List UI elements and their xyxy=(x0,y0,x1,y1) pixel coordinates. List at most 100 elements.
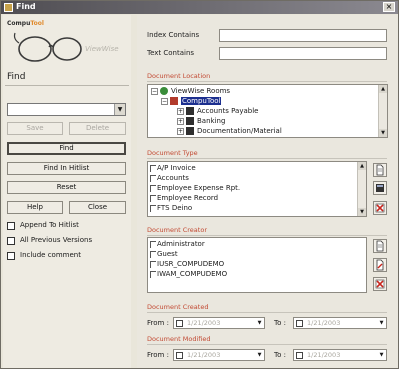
close-window-button[interactable]: × xyxy=(383,2,395,12)
include-comment-checkbox[interactable]: Include comment xyxy=(7,251,129,262)
checkbox-box[interactable] xyxy=(296,320,303,327)
text-contains-label: Text Contains xyxy=(147,49,195,57)
tree-node-label: Documentation/Material xyxy=(197,127,282,135)
document-creator-list[interactable]: Administrator Guest IUSR_COMPUDEMO IWAM_… xyxy=(147,237,367,293)
edit-document-creator-button[interactable] xyxy=(373,258,387,272)
checkbox-box[interactable] xyxy=(176,320,183,327)
logo: CompuTool ViewWise xyxy=(3,15,131,73)
folder-icon xyxy=(186,117,194,125)
list-item[interactable]: IWAM_COMPUDEMO xyxy=(150,270,227,279)
checkbox-box[interactable] xyxy=(296,352,303,359)
edit-document-type-button[interactable] xyxy=(373,181,387,195)
brand-suffix: Tool xyxy=(30,20,44,27)
list-item[interactable]: IUSR_COMPUDEMO xyxy=(150,260,224,269)
list-item[interactable]: FTS Deino xyxy=(150,204,192,213)
checkbox-box[interactable] xyxy=(150,270,156,278)
list-item-label: FTS Deino xyxy=(157,204,193,212)
collapse-icon[interactable]: − xyxy=(151,87,158,95)
all-previous-versions-checkbox[interactable]: All Previous Versions xyxy=(7,236,129,247)
list-item[interactable]: A/P Invoice xyxy=(150,164,196,173)
tree-node[interactable]: − CompuTool xyxy=(161,97,222,107)
checkbox-box[interactable] xyxy=(7,252,15,260)
index-contains-input[interactable] xyxy=(219,29,387,42)
scroll-up-icon[interactable]: ▲ xyxy=(379,85,387,93)
modified-from-date-picker[interactable]: 1/21/2003 ▼ xyxy=(173,349,265,361)
list-item-label: IUSR_COMPUDEMO xyxy=(157,260,225,268)
checkbox-box[interactable] xyxy=(7,222,15,230)
checkbox-box[interactable] xyxy=(150,184,156,192)
list-item-label: Employee Record xyxy=(157,194,219,202)
divider xyxy=(147,312,387,313)
scroll-down-icon[interactable]: ▼ xyxy=(358,208,366,216)
scroll-down-icon[interactable]: ▼ xyxy=(379,129,387,137)
expand-icon[interactable]: + xyxy=(177,107,184,115)
delete-button[interactable]: Delete xyxy=(69,122,126,135)
expand-icon[interactable]: + xyxy=(177,127,184,135)
tree-node[interactable]: + Banking xyxy=(177,117,225,127)
document-icon xyxy=(376,240,384,252)
list-item-label: Employee Expense Rpt. xyxy=(157,184,241,192)
checkbox-box[interactable] xyxy=(176,352,183,359)
vertical-scrollbar[interactable]: ▲ ▼ xyxy=(378,85,387,137)
document-type-list[interactable]: A/P Invoice Accounts Employee Expense Rp… xyxy=(147,161,367,217)
open-document-creator-button[interactable] xyxy=(373,239,387,253)
document-location-heading: Document Location xyxy=(147,72,211,80)
divider xyxy=(5,85,129,86)
modified-to-date-picker[interactable]: 1/21/2003 ▼ xyxy=(293,349,387,361)
list-item[interactable]: Guest xyxy=(150,250,178,259)
delete-document-creator-button[interactable] xyxy=(373,277,387,291)
list-item[interactable]: Accounts xyxy=(150,174,189,183)
checkbox-box[interactable] xyxy=(150,164,156,172)
tree-node-label: CompuTool xyxy=(181,97,222,105)
tree-node[interactable]: − ViewWise Rooms xyxy=(151,87,230,97)
collapse-icon[interactable]: − xyxy=(161,97,168,105)
delete-document-type-button[interactable] xyxy=(373,201,387,215)
eyeglasses-logo-icon xyxy=(13,32,82,62)
chevron-down-icon[interactable]: ▼ xyxy=(255,318,264,328)
help-button[interactable]: Help xyxy=(7,201,63,214)
date-value: 1/21/2003 xyxy=(307,319,341,327)
folder-icon xyxy=(186,107,194,115)
checkbox-box[interactable] xyxy=(150,260,156,268)
append-to-hitlist-checkbox[interactable]: Append To Hitlist xyxy=(7,221,129,232)
tree-node-label: ViewWise Rooms xyxy=(171,87,231,95)
chevron-down-icon[interactable]: ▼ xyxy=(377,318,386,328)
save-button[interactable]: Save xyxy=(7,122,63,135)
document-icon xyxy=(376,164,384,176)
text-contains-input[interactable] xyxy=(219,47,387,60)
chevron-down-icon[interactable]: ▼ xyxy=(114,104,125,115)
checkbox-label: All Previous Versions xyxy=(20,236,93,244)
open-document-type-button[interactable] xyxy=(373,163,387,177)
brand-prefix: Compu xyxy=(7,20,31,27)
left-pane: CompuTool ViewWise Find ▼ Save Delete Fi… xyxy=(3,15,131,368)
list-item[interactable]: Employee Record xyxy=(150,194,218,203)
list-item[interactable]: Administrator xyxy=(150,240,205,249)
date-value: 1/21/2003 xyxy=(187,351,221,359)
reset-button[interactable]: Reset xyxy=(7,181,126,194)
list-item-label: IWAM_COMPUDEMO xyxy=(157,270,228,278)
find-window: Find × CompuTool ViewWise Find ▼ Save De… xyxy=(0,0,399,369)
document-location-tree[interactable]: − ViewWise Rooms − CompuTool + Accounts Pay… xyxy=(147,84,388,138)
close-button[interactable]: Close xyxy=(69,201,126,214)
checkbox-box[interactable] xyxy=(7,237,15,245)
chevron-down-icon[interactable]: ▼ xyxy=(377,350,386,360)
divider xyxy=(147,344,387,345)
tree-node[interactable]: + Documentation/Material xyxy=(177,127,282,137)
checkbox-box[interactable] xyxy=(150,250,156,258)
find-button[interactable]: Find xyxy=(7,142,126,155)
created-from-date-picker[interactable]: 1/21/2003 ▼ xyxy=(173,317,265,329)
checkbox-box[interactable] xyxy=(150,194,156,202)
checkbox-box[interactable] xyxy=(150,204,156,212)
scroll-up-icon[interactable]: ▲ xyxy=(358,162,366,170)
chevron-down-icon[interactable]: ▼ xyxy=(255,350,264,360)
list-item[interactable]: Employee Expense Rpt. xyxy=(150,184,240,193)
checkbox-box[interactable] xyxy=(150,174,156,182)
saved-search-select[interactable]: ▼ xyxy=(7,103,126,116)
checkbox-box[interactable] xyxy=(150,240,156,248)
find-in-hitlist-button[interactable]: Find In Hitlist xyxy=(7,162,126,175)
tree-node[interactable]: + Accounts Payable xyxy=(177,107,258,117)
expand-icon[interactable]: + xyxy=(177,117,184,125)
grid-icon xyxy=(376,184,384,192)
vertical-scrollbar[interactable]: ▲ ▼ xyxy=(357,162,366,216)
created-to-date-picker[interactable]: 1/21/2003 ▼ xyxy=(293,317,387,329)
